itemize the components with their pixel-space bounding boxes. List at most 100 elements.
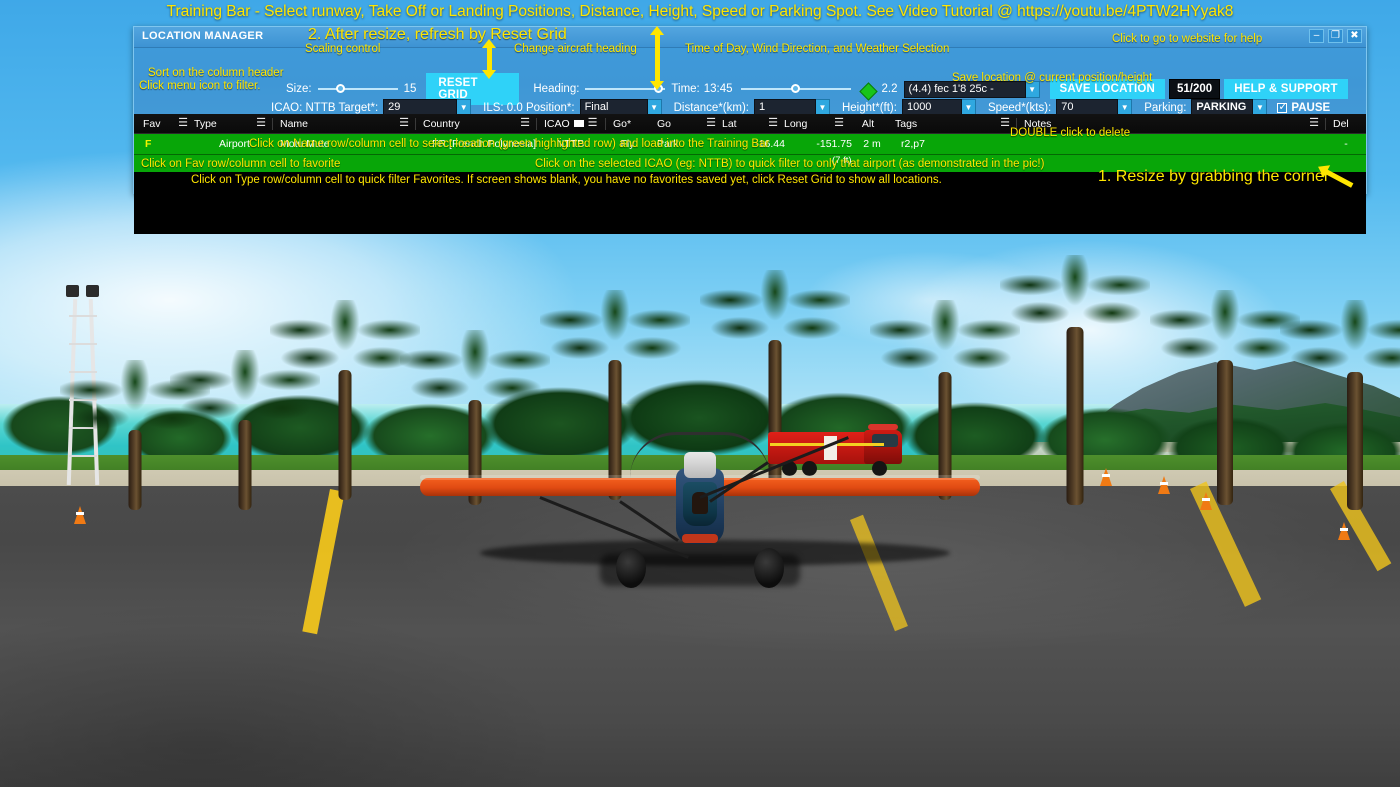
cell-alt: 2 m [863,138,881,150]
heading-label: Heading: [533,83,580,95]
column-label: Del [1333,117,1349,130]
column-label: Go [657,117,672,130]
column-header-fav[interactable]: Fav ☰ [134,114,194,134]
column-label: Type [194,117,217,130]
chevron-down-icon[interactable]: ▼ [1025,80,1040,98]
traffic-cone [74,506,86,524]
nose [682,534,718,543]
column-header-long[interactable]: Long ☰ [784,114,850,134]
cell-alt-subvalue: (7 ft) [832,155,852,166]
column-menu-icon[interactable]: ☰ [514,118,536,129]
wind-direction-icon [858,81,878,101]
aircraft [420,432,980,602]
wind-value: 2.2 [881,83,898,95]
column-header-go-star[interactable]: Go* [606,114,650,134]
time-slider[interactable] [740,83,851,95]
cell-del[interactable]: - [1326,134,1366,155]
minimize-icon[interactable]: – [1309,29,1324,43]
cell-go[interactable]: Park [650,134,722,155]
column-label: Fav [143,117,161,130]
traffic-cone [1338,522,1350,540]
save-location-button[interactable]: SAVE LOCATION [1049,79,1165,99]
parking-label: Parking: [1144,101,1187,114]
ils-position-label: ILS: 0.0 Position*: [483,101,575,114]
palm-tree [170,350,320,510]
size-value: 15 [403,83,417,95]
column-header-lat[interactable]: Lat ☰ [722,114,784,134]
annotation-arrow-scaling [482,39,496,79]
engine-cowl [684,452,716,478]
pause-label: PAUSE [1291,101,1331,114]
palm-tree [1150,290,1300,505]
column-header-icao[interactable]: ICAO ☰ [537,114,605,134]
column-label: Notes [1024,117,1052,130]
toolbar-area: Size: 15 RESET GRID Heading: Time: 13:45… [134,48,1366,128]
cell-long: -151.75 [816,138,852,150]
cell-type[interactable]: Airport [194,134,273,155]
cell-go-star[interactable]: Fly [605,134,650,155]
grid-header-row: Fav ☰ Type ☰ Name ☰ Country ☰ ICAO ☰ Go*… [134,114,1366,134]
column-label: Go* [613,117,632,130]
table-row[interactable]: F Airport Motu Mute FR [French Polynesia… [134,134,1366,155]
column-menu-icon[interactable]: ☰ [1303,118,1325,129]
cell-icao[interactable]: NTTB [536,134,605,155]
column-label: Name [280,117,309,130]
window-controls: – ❐ ✖ [1309,29,1362,43]
column-label: Country [423,117,460,130]
column-menu-icon[interactable]: ☰ [994,118,1016,129]
grid-tips-area [134,194,1366,234]
cell-fav[interactable]: F [134,134,194,155]
height-label: Height*(ft): [841,101,897,114]
traffic-cone [1158,476,1170,494]
column-header-name[interactable]: Name ☰ [273,114,415,134]
maximize-icon[interactable]: ❐ [1328,29,1343,43]
column-header-notes[interactable]: Notes ☰ [1017,114,1325,134]
column-menu-icon[interactable]: ☰ [172,118,194,129]
column-menu-icon[interactable]: ☰ [250,118,272,129]
column-header-del[interactable]: Del [1326,114,1366,134]
cell-name[interactable]: Motu Mute [273,134,415,155]
landing-gear-wheel [754,548,784,588]
filter-funnel-icon[interactable] [573,120,584,127]
column-header-go[interactable]: Go ☰ [650,114,722,134]
column-menu-icon[interactable]: ☰ [700,118,722,129]
pause-checkbox[interactable] [1277,100,1288,113]
column-header-country[interactable]: Country ☰ [416,114,536,134]
column-menu-icon[interactable]: ☰ [828,118,850,129]
cell-country[interactable]: FR [French Polynesia] [415,134,536,155]
time-label: Time: [671,83,700,95]
icao-target-label: ICAO: NTTB Target*: [271,101,379,114]
column-header-tags[interactable]: Tags ☰ [886,114,1016,134]
column-header-alt[interactable]: Alt [850,114,886,134]
time-value: 13:45 [703,83,733,95]
locations-grid: Fav ☰ Type ☰ Name ☰ Country ☰ ICAO ☰ Go*… [134,114,1366,194]
location-manager-window: LOCATION MANAGER – ❐ ✖ Size: 15 RESET GR… [133,26,1367,234]
column-label: Tags [895,117,918,130]
window-title-bar[interactable]: LOCATION MANAGER – ❐ ✖ [134,27,1366,48]
column-header-type[interactable]: Type ☰ [194,114,272,134]
window-title: LOCATION MANAGER [142,30,264,42]
column-menu-icon[interactable]: ☰ [586,118,600,129]
cell-tags: r2,p7 [901,138,925,150]
help-support-button[interactable]: HELP & SUPPORT [1224,79,1348,99]
training-bar-banner: Training Bar - Select runway, Take Off o… [166,3,1234,20]
annotation-arrow-reset-grid [650,26,664,90]
column-label: Long [784,117,808,130]
distance-label: Distance*(km): [673,101,749,114]
screen: Training Bar - Select runway, Take Off o… [0,0,1400,787]
size-slider[interactable] [317,83,398,95]
column-label: Lat [722,117,737,130]
cell-notes[interactable] [1020,134,1326,155]
palm-tree [1280,300,1400,510]
weather-value: (4.4) fec 1'8 25c - Altoc [903,80,1026,110]
column-label: ICAO [544,117,570,130]
column-label: Alt [861,117,875,130]
palm-tree [1000,255,1150,505]
column-menu-icon[interactable]: ☰ [762,118,784,129]
column-menu-icon[interactable]: ☰ [393,118,415,129]
close-icon[interactable]: ✖ [1347,29,1362,43]
landing-gear-wheel [616,548,646,588]
save-counter-badge: 51/200 [1169,79,1221,99]
traffic-cone [1200,492,1212,510]
weather-select[interactable]: (4.4) fec 1'8 25c - Altoc ▼ [903,80,1040,110]
